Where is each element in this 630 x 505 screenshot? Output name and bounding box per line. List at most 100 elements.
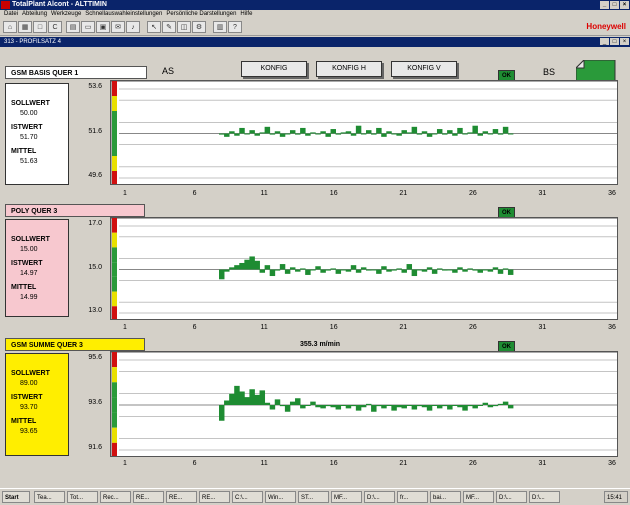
- tools-icon[interactable]: ⚙: [192, 21, 206, 33]
- panel-1-title: GSM BASIS QUER 1: [5, 66, 147, 79]
- profile-bar: [371, 133, 377, 135]
- grid-icon[interactable]: ▦: [18, 21, 32, 33]
- minimize-button[interactable]: _: [600, 1, 609, 9]
- x-tick-label: 31: [538, 324, 547, 331]
- folder-icon[interactable]: ▭: [81, 21, 95, 33]
- menu-item-0[interactable]: Datei: [4, 10, 18, 19]
- profile-bar: [477, 405, 483, 406]
- profile-bar: [482, 131, 489, 134]
- menu-item-3[interactable]: Schnellauswahleinstellungen: [85, 10, 162, 19]
- taskbar-item-4[interactable]: RE...: [166, 491, 197, 503]
- profile-bar: [366, 403, 372, 405]
- taskbar-item-5[interactable]: RE...: [199, 491, 230, 503]
- taskbar-item-1[interactable]: Tot...: [67, 491, 98, 503]
- konfig-v-button[interactable]: KONFIG V: [391, 61, 457, 77]
- screens-icon[interactable]: ▥: [213, 21, 227, 33]
- profile-bar: [259, 390, 266, 405]
- taskbar-item-14[interactable]: D:\...: [496, 491, 527, 503]
- x-tick-label: 6: [192, 324, 197, 331]
- profile-bar: [360, 133, 367, 135]
- speaker-icon[interactable]: ♪: [126, 21, 140, 33]
- menu-item-1[interactable]: Abteilung: [22, 10, 47, 19]
- y-label-bot: 13.0: [88, 307, 102, 314]
- menu-item-5[interactable]: Hilfe: [240, 10, 252, 19]
- x-tick-label: 11: [260, 460, 268, 467]
- taskbar-item-13[interactable]: MF...: [463, 491, 494, 503]
- taskbar-item-6[interactable]: C:\...: [232, 491, 263, 503]
- maximize-button[interactable]: □: [610, 1, 619, 9]
- c-icon[interactable]: C: [48, 21, 62, 33]
- sub-close-button[interactable]: ×: [620, 38, 629, 45]
- profile-bar: [426, 133, 433, 137]
- taskbar-item-10[interactable]: D:\...: [364, 491, 395, 503]
- profile-bar: [340, 132, 347, 134]
- subwindow-titlebar: 313 - PROFILSATZ 4 _ □ ×: [0, 37, 630, 47]
- istwert-label: ISTWERT: [11, 394, 43, 401]
- menu-item-4[interactable]: Persönliche Darstellungen: [166, 10, 236, 19]
- profile-bar: [350, 133, 357, 136]
- profile-bar: [431, 405, 438, 406]
- limit-marker: [112, 412, 117, 428]
- taskbar-item-11[interactable]: fr...: [397, 491, 428, 503]
- profile-bar: [376, 269, 382, 274]
- profile-bar: [452, 133, 458, 136]
- konfig-h-button[interactable]: KONFIG H: [316, 61, 382, 77]
- window-icon[interactable]: ▣: [96, 21, 110, 33]
- profile-bar: [279, 264, 286, 270]
- taskbar-item-15[interactable]: D:\...: [529, 491, 560, 503]
- sub-minimize-button[interactable]: _: [600, 38, 609, 45]
- profile-bar: [254, 394, 260, 405]
- limit-marker: [112, 111, 117, 126]
- profile-bar: [421, 405, 428, 408]
- istwert-value: 93.70: [20, 404, 38, 411]
- x-tick-label: 11: [260, 324, 268, 331]
- menu-bar: Datei Abteilung Werkzeuge Schnellauswahlein…: [0, 10, 630, 19]
- profile-bar: [472, 405, 478, 409]
- help-icon[interactable]: ?: [228, 21, 242, 33]
- taskbar-item-0[interactable]: Tea...: [34, 491, 65, 503]
- konfig-button[interactable]: KONFIG: [241, 61, 307, 77]
- x-tick-label: 31: [538, 460, 547, 467]
- taskbar-item-12[interactable]: bai...: [430, 491, 461, 503]
- limit-marker: [112, 232, 117, 248]
- profile-bar: [391, 133, 397, 135]
- pointer-icon[interactable]: ↖: [147, 21, 161, 33]
- profile-bar: [345, 405, 352, 409]
- page-corner-icon[interactable]: [576, 60, 616, 82]
- layers-icon[interactable]: ◫: [177, 21, 191, 33]
- sub-maximize-button[interactable]: □: [610, 38, 619, 45]
- subwindow-title: 313 - PROFILSATZ 4: [4, 39, 61, 45]
- profile-bar: [355, 125, 362, 134]
- calendar-icon[interactable]: ▤: [66, 21, 80, 33]
- y-label-bot: 91.6: [88, 444, 102, 451]
- profile-bar: [335, 133, 342, 135]
- profile-bar: [401, 405, 407, 409]
- start-button[interactable]: Start: [2, 491, 30, 503]
- box-icon[interactable]: □: [33, 21, 47, 33]
- bs-label: BS: [543, 67, 556, 77]
- profile-bar: [502, 126, 509, 134]
- home-icon[interactable]: ⌂: [3, 21, 17, 33]
- panel-2-info: SOLLWERT 15.00 ISTWERT 14.97 MITTEL 14.9…: [5, 219, 69, 317]
- app-icon: [1, 1, 10, 9]
- taskbar: Start 15:41 Tea... Tot... Rec... RE... RE...…: [0, 488, 630, 505]
- profile-bar: [477, 269, 483, 273]
- x-tick-label: 1: [123, 324, 127, 331]
- profile-bar: [507, 269, 514, 275]
- profile-bar: [355, 405, 362, 411]
- pen-icon[interactable]: ✎: [162, 21, 176, 33]
- x-tick-label: 26: [468, 460, 477, 467]
- mail-icon[interactable]: ✉: [111, 21, 125, 33]
- toolbar: ⌂ ▦ □ C ▤ ▭ ▣ ✉ ♪ ↖ ✎ ◫ ⚙ ▥ ? Honeywell: [0, 19, 630, 36]
- profile-bar: [492, 129, 499, 134]
- limit-marker: [112, 126, 117, 141]
- taskbar-item-7[interactable]: Win...: [265, 491, 296, 503]
- close-button[interactable]: ×: [620, 1, 629, 9]
- taskbar-item-3[interactable]: RE...: [133, 491, 164, 503]
- taskbar-item-8[interactable]: ST...: [298, 491, 329, 503]
- taskbar-item-2[interactable]: Rec...: [100, 491, 131, 503]
- profile-bar: [264, 126, 271, 134]
- taskbar-item-9[interactable]: MF...: [331, 491, 362, 503]
- profile-bar: [274, 399, 281, 405]
- menu-item-2[interactable]: Werkzeuge: [51, 10, 81, 19]
